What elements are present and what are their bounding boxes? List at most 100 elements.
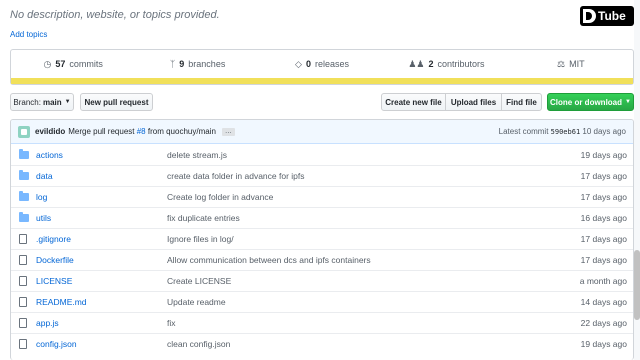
avatar[interactable] — [18, 125, 30, 138]
expand-commit-button[interactable]: … — [221, 127, 235, 136]
file-row: log Create log folder in advance 17 days a… — [11, 186, 633, 207]
new-pull-request-button[interactable]: New pull request — [80, 93, 153, 111]
branches-count: 9 — [179, 59, 185, 69]
upload-files-button[interactable]: Upload files — [445, 93, 502, 111]
file-age: 22 days ago — [580, 318, 627, 328]
file-commit-message[interactable]: create data folder in advance for ipfs — [167, 171, 543, 181]
folder-icon — [19, 170, 30, 180]
file-commit-message[interactable]: fix — [167, 318, 543, 328]
file-icon — [19, 255, 30, 265]
scrollbar[interactable] — [634, 0, 640, 360]
releases-count: 0 — [305, 59, 311, 69]
find-file-button[interactable]: Find file — [501, 93, 542, 111]
latest-commit-bar: evildido Merge pull request #8 from quoc… — [11, 120, 633, 144]
file-commit-message[interactable]: Create log folder in advance — [167, 192, 543, 202]
folder-icon — [19, 148, 30, 159]
file-row: LICENSE Create LICENSE a month ago — [11, 270, 633, 291]
commit-sha-link[interactable]: 590eb61 — [551, 128, 581, 136]
commit-author[interactable]: evildido — [35, 127, 65, 136]
releases-link[interactable]: ◇ 0 releases — [260, 59, 384, 70]
latest-commit-label: Latest commit — [498, 127, 549, 136]
file-row: actions delete stream.js 19 days ago — [11, 144, 633, 165]
file-commit-message[interactable]: fix duplicate entries — [167, 213, 543, 223]
license-label: MIT — [569, 59, 585, 69]
file-row: config.json clean config.json 19 days ago — [11, 333, 633, 354]
repo-description: No description, website, or topics provi… — [10, 9, 220, 21]
contributors-count: 2 — [428, 59, 434, 69]
file-commit-message[interactable]: delete stream.js — [167, 150, 543, 160]
branches-link[interactable]: ᛉ 9 branches — [135, 59, 259, 69]
file-commit-message[interactable]: clean config.json — [167, 339, 543, 349]
file-name-link[interactable]: config.json — [36, 339, 167, 349]
contributors-label: contributors — [437, 59, 485, 69]
file-icon — [19, 234, 30, 244]
file-commit-message[interactable]: Allow communication between dcs and ipfs… — [167, 255, 543, 265]
file-name-link[interactable]: .gitignore — [36, 234, 167, 244]
commit-message-post[interactable]: from quochuy/main — [148, 127, 216, 136]
file-name-link[interactable]: LICENSE — [36, 276, 167, 286]
file-age: 17 days ago — [580, 255, 627, 265]
file-name-link[interactable]: Dockerfile — [36, 255, 167, 265]
commits-count: 57 — [55, 59, 66, 69]
file-name-link[interactable]: actions — [36, 150, 167, 160]
pull-request-link[interactable]: #8 — [137, 127, 146, 136]
file-age: 17 days ago — [580, 234, 627, 244]
branches-label: branches — [188, 59, 226, 69]
file-row: data create data folder in advance for ip… — [11, 165, 633, 186]
add-topics-link[interactable]: Add topics — [10, 30, 47, 39]
file-icon — [19, 339, 30, 349]
file-commit-message[interactable]: Update readme — [167, 297, 543, 307]
file-icon — [19, 276, 30, 286]
folder-icon — [19, 212, 30, 222]
license-link[interactable]: ⚖ MIT — [509, 59, 633, 70]
file-age: 19 days ago — [580, 149, 627, 160]
file-age: 17 days ago — [580, 192, 627, 202]
file-age: 14 days ago — [580, 297, 627, 307]
scrollbar-thumb[interactable] — [634, 250, 640, 320]
folder-icon — [19, 191, 30, 201]
history-icon: ◷ — [43, 58, 52, 69]
law-icon: ⚖ — [557, 58, 566, 69]
clone-label: Clone or download — [550, 97, 623, 107]
file-icon — [19, 318, 30, 328]
file-age: 16 days ago — [580, 213, 627, 223]
file-name-link[interactable]: data — [36, 171, 167, 181]
releases-label: releases — [314, 59, 349, 69]
file-row: README.md Update readme 14 days ago — [11, 291, 633, 312]
dtube-logo-icon — [583, 9, 596, 23]
file-commit-message[interactable]: Ignore files in log/ — [167, 234, 543, 244]
people-icon: ♟♟ — [408, 58, 425, 69]
commits-link[interactable]: ◷ 57 commits — [11, 59, 135, 70]
create-new-file-button[interactable]: Create new file — [381, 93, 446, 111]
contributors-link[interactable]: ♟♟ 2 contributors — [384, 59, 508, 70]
file-name-link[interactable]: log — [36, 192, 167, 202]
file-row: app.js fix 22 days ago — [11, 312, 633, 333]
file-name-link[interactable]: README.md — [36, 297, 167, 307]
branch-icon: ᛉ — [169, 59, 176, 69]
chevron-down-icon: ▼ — [64, 99, 71, 105]
file-row: .gitignore Ignore files in log/17 days ag… — [11, 228, 633, 249]
file-name-link[interactable]: utils — [36, 213, 167, 223]
dtube-text: Tube — [598, 9, 626, 23]
repo-stats: ◷ 57 commits ᛉ 9 branches ◇ 0 releases ♟… — [10, 49, 634, 85]
tag-icon: ◇ — [295, 58, 302, 69]
branch-name: main — [42, 97, 62, 107]
clone-or-download-button[interactable]: Clone or download ▼ — [547, 93, 634, 111]
commit-age: 10 days ago — [582, 127, 626, 136]
commits-label: commits — [69, 59, 103, 69]
latest-commit-info: Latest commit 590eb61 10 days ago — [499, 127, 626, 136]
language-bar[interactable] — [11, 78, 633, 84]
file-age: a month ago — [579, 276, 627, 286]
file-age: 17 days ago — [580, 171, 627, 181]
file-age: 19 days ago — [580, 339, 627, 349]
file-row: Dockerfile Allow communication between dc… — [11, 249, 633, 270]
file-list: evildido Merge pull request #8 from quoc… — [10, 119, 634, 360]
branch-select-button[interactable]: Branch: main ▼ — [10, 93, 74, 111]
file-row: utils fix duplicate entries 16 days ago — [11, 207, 633, 228]
file-icon — [19, 297, 30, 307]
file-name-link[interactable]: app.js — [36, 318, 167, 328]
chevron-down-icon: ▼ — [625, 99, 631, 105]
branch-prefix: Branch: — [13, 97, 41, 107]
file-commit-message[interactable]: Create LICENSE — [167, 276, 543, 286]
commit-message-pre[interactable]: Merge pull request — [68, 127, 134, 136]
